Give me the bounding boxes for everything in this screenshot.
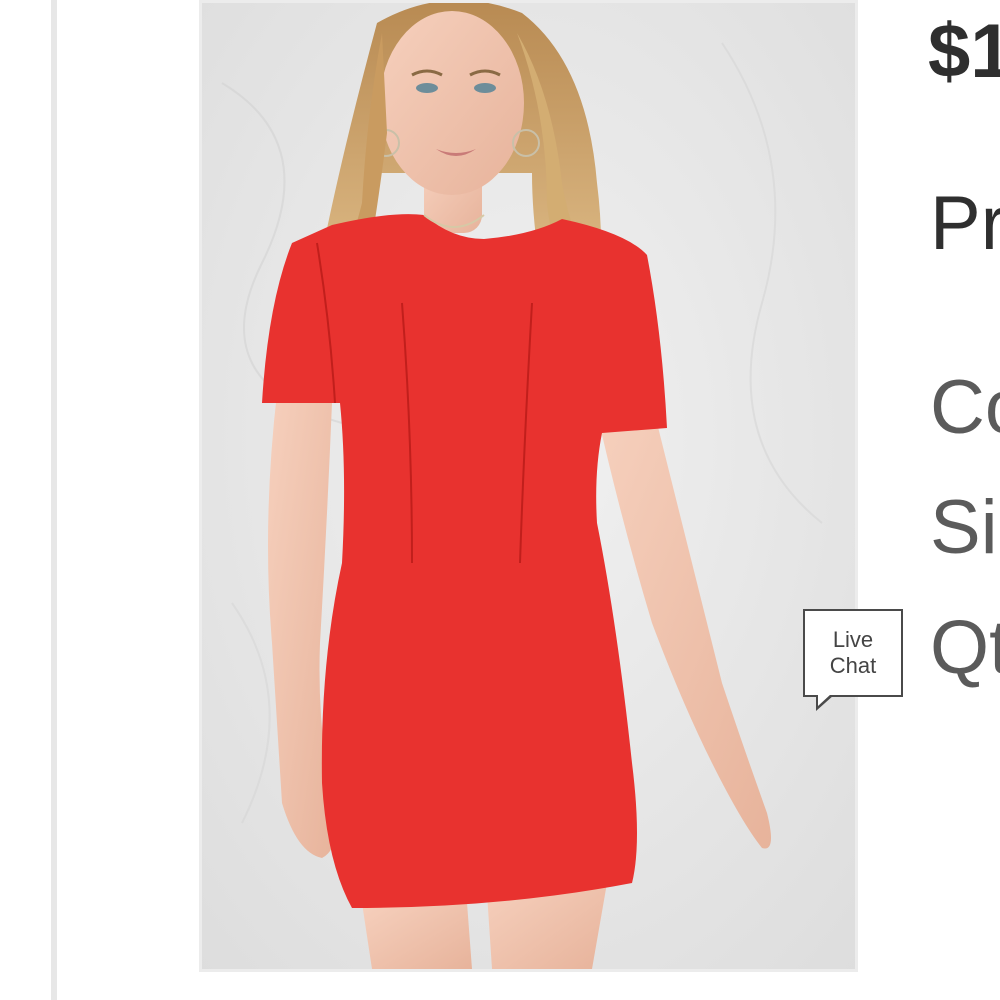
size-label: Si xyxy=(930,485,998,570)
product-price: $1 xyxy=(928,9,1000,94)
product-label-pr: Pr xyxy=(930,181,1000,266)
live-chat-line2: Chat xyxy=(829,653,877,678)
product-image[interactable] xyxy=(199,0,858,972)
live-chat-button[interactable]: Live Chat xyxy=(803,609,903,697)
chat-bubble-tail-inner xyxy=(818,694,831,706)
live-chat-line1: Live xyxy=(832,627,874,652)
product-photo xyxy=(202,3,855,969)
product-page: $1 Pr Co Si Qt Live Chat xyxy=(0,0,1000,1000)
left-divider xyxy=(51,0,57,1000)
color-label: Co xyxy=(930,365,1000,450)
quantity-label: Qt xyxy=(930,605,1000,690)
